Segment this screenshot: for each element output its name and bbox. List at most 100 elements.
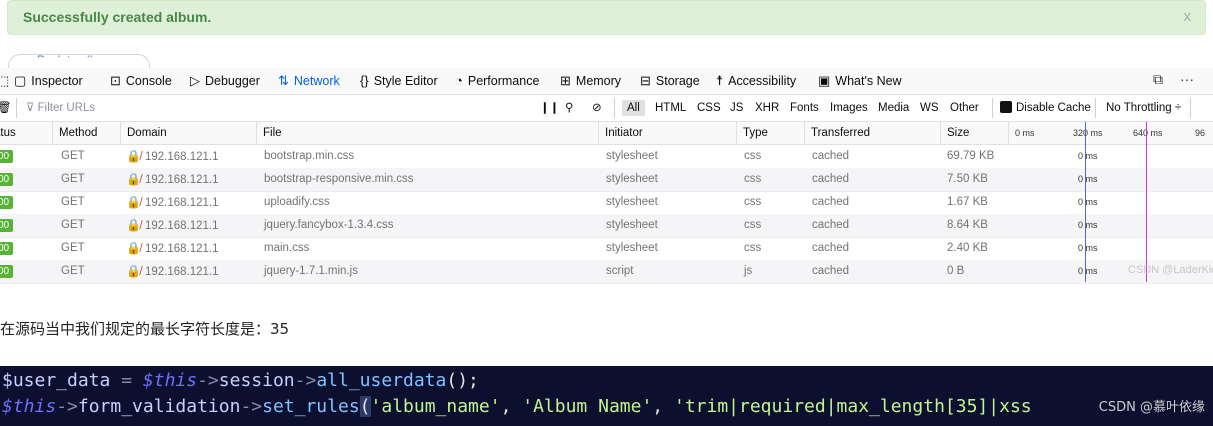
filter-other[interactable]: Other <box>950 100 979 116</box>
type-cell: js <box>744 265 753 277</box>
table-row[interactable]: 00 GET 🔒̸ 192.168.121.1 uploadify.css sty… <box>0 191 1213 215</box>
tab-memory[interactable]: ⊞ Memory <box>560 72 621 90</box>
table-row[interactable]: 00 GET 🔒̸ 192.168.121.1 bootstrap-respons… <box>0 168 1213 192</box>
waterfall-tick: 96 <box>1195 128 1206 138</box>
initiator-cell: stylesheet <box>606 173 658 185</box>
waterfall-tick: 640 ms <box>1133 128 1163 138</box>
table-row[interactable]: 00 GET 🔒̸ 192.168.121.1 main.css styleshe… <box>0 237 1213 261</box>
tab-performance[interactable]: ◔ Performance <box>455 72 539 90</box>
success-alert: Successfully created album. x <box>7 0 1206 35</box>
code-line-1: $user_data = $this->session->all_userdat… <box>2 370 479 391</box>
back-button-label: Back to album <box>37 53 114 67</box>
domain-cell: 🔒̸ 192.168.121.1 <box>120 168 256 191</box>
status-cell: 00 <box>0 214 52 237</box>
type-cell: css <box>744 219 762 231</box>
filter-images[interactable]: Images <box>830 100 868 116</box>
filter-all[interactable]: All <box>622 100 645 116</box>
throttling-select[interactable]: No Throttling ÷ <box>1106 100 1181 116</box>
table-row[interactable]: 00 GET 🔒̸ 192.168.121.1 jquery-1.7.1.min.… <box>0 260 1213 284</box>
trash-icon[interactable]: 🗑 <box>0 100 12 116</box>
col-domain[interactable]: Domain <box>120 122 256 144</box>
table-row[interactable]: 00 GET 🔒̸ 192.168.121.1 bootstrap.min.css… <box>0 145 1213 169</box>
back-to-album-button[interactable]: Back to album <box>8 53 150 69</box>
domain-text: 192.168.121.1 <box>144 266 219 278</box>
transferred-cell: cached <box>812 150 850 162</box>
debugger-icon: ▷ <box>190 73 200 88</box>
disable-cache-label: Disable Cache <box>1016 102 1091 114</box>
filter-ws[interactable]: WS <box>920 100 939 116</box>
disable-cache-checkbox[interactable]: Disable Cache <box>1000 100 1091 116</box>
status-badge: 00 <box>0 196 13 209</box>
status-cell: 00 <box>0 168 52 191</box>
load-marker <box>1146 122 1147 282</box>
table-row[interactable]: 00 GET 🔒̸ 192.168.121.1 jquery.fancybox-1… <box>0 214 1213 238</box>
tab-label: Accessibility <box>728 74 797 88</box>
inspector-icon: ▢ <box>14 73 27 88</box>
filter-css[interactable]: CSS <box>697 100 721 116</box>
performance-icon: ◔ <box>455 73 463 88</box>
filter-js[interactable]: JS <box>730 100 743 116</box>
domain-cell: 🔒̸ 192.168.121.1 <box>120 214 256 237</box>
col-size[interactable]: Size <box>940 122 1008 144</box>
tab-console[interactable]: ⊡ Console <box>110 72 172 90</box>
method-cell: GET <box>61 173 85 185</box>
insecure-lock-icon: 🔒̸ <box>126 149 141 163</box>
status-cell: 00 <box>0 191 52 214</box>
filter-xhr[interactable]: XHR <box>755 100 779 116</box>
domain-cell: 🔒̸ 192.168.121.1 <box>120 260 256 283</box>
toolbar-divider <box>614 98 615 118</box>
block-icon[interactable]: ⊘ <box>592 100 602 116</box>
size-cell: 2.40 KB <box>947 242 988 254</box>
col-file[interactable]: File <box>256 122 598 144</box>
tab-storage[interactable]: ⊟ Storage <box>640 72 700 90</box>
tab-label: Debugger <box>205 74 260 88</box>
insecure-lock-icon: 🔒̸ <box>126 241 141 255</box>
search-icon[interactable]: ⚲ <box>565 100 573 116</box>
status-badge: 00 <box>0 219 13 232</box>
alert-close-button[interactable]: x <box>1184 8 1192 25</box>
dock-icon[interactable]: ⧉ <box>1153 71 1163 88</box>
col-waterfall[interactable]: 0 ms 320 ms 640 ms 96 <box>1008 122 1213 144</box>
method-cell: GET <box>61 265 85 277</box>
size-cell: 0 B <box>947 265 965 277</box>
toolbar-divider <box>992 98 993 118</box>
devtools-panel: ⬚ ▢ Inspector ⊡ Console ▷ Debugger ⇅ Network… <box>0 68 1213 284</box>
method-cell: GET <box>61 242 85 254</box>
col-transferred[interactable]: Transferred <box>804 122 940 144</box>
filter-media[interactable]: Media <box>878 100 909 116</box>
overflow-menu-button[interactable]: ··· <box>1180 71 1194 87</box>
size-cell: 1.67 KB <box>947 196 988 208</box>
col-type[interactable]: Type <box>736 122 804 144</box>
status-badge: 00 <box>0 150 13 163</box>
transferred-cell: cached <box>812 265 850 277</box>
tab-label: Performance <box>467 74 540 88</box>
tab-network[interactable]: ⇅ Network <box>278 72 340 90</box>
file-cell: jquery-1.7.1.min.js <box>264 265 358 277</box>
code-block: $user_data = $this->session->all_userdat… <box>0 366 1213 426</box>
tab-accessibility[interactable]: ☨ Accessibility <box>716 72 796 90</box>
tab-debugger[interactable]: ▷ Debugger <box>190 72 260 90</box>
waterfall-tick: 320 ms <box>1073 128 1103 138</box>
status-cell: 00 <box>0 145 52 168</box>
tab-style-editor[interactable]: {} Style Editor <box>360 72 438 90</box>
pause-icon[interactable]: ❙❙ <box>540 100 559 116</box>
method-cell: GET <box>61 150 85 162</box>
pick-element-button[interactable]: ⬚ <box>0 72 14 90</box>
devtools-toolbar: ⬚ ▢ Inspector ⊡ Console ▷ Debugger ⇅ Network… <box>0 68 1213 95</box>
col-status[interactable]: atus <box>0 122 52 144</box>
col-initiator[interactable]: Initiator <box>598 122 736 144</box>
filter-urls-placeholder: Filter URLs <box>37 102 96 114</box>
col-method[interactable]: Method <box>52 122 120 144</box>
size-cell: 8.64 KB <box>947 219 988 231</box>
transferred-cell: cached <box>812 173 850 185</box>
initiator-cell: stylesheet <box>606 196 658 208</box>
domain-cell: 🔒̸ 192.168.121.1 <box>120 145 256 168</box>
domain-text: 192.168.121.1 <box>144 151 219 163</box>
memory-icon: ⊞ <box>560 73 571 88</box>
network-filter-bar: 🗑 ⊽ Filter URLs ❙❙ ⚲ ⊘ All HTML CSS JS X… <box>0 95 1213 122</box>
filter-html[interactable]: HTML <box>655 100 686 116</box>
tab-whats-new[interactable]: ▣ What's New <box>818 72 902 90</box>
filter-urls-input[interactable]: ⊽ Filter URLs <box>26 100 95 116</box>
tab-inspector[interactable]: ▢ Inspector <box>14 72 83 90</box>
filter-fonts[interactable]: Fonts <box>790 100 819 116</box>
